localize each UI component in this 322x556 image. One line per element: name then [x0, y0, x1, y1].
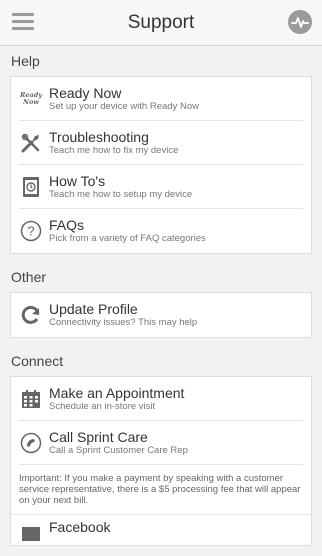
section-title-other: Other: [11, 269, 47, 285]
pulse-icon[interactable]: [288, 10, 312, 34]
facebook-icon: [19, 519, 43, 543]
list-item-how-tos[interactable]: How To's Teach me how to setup my device: [19, 165, 303, 209]
list-item-make-appointment[interactable]: Make an Appointment Schedule an in-store…: [19, 377, 303, 421]
help-card: Ready Now Ready Now Set up your device wi…: [10, 76, 312, 254]
connect-card: Make an Appointment Schedule an in-store…: [10, 376, 312, 546]
list-item-facebook[interactable]: Facebook: [19, 515, 303, 545]
item-title: Make an Appointment: [49, 384, 185, 401]
list-item-troubleshooting[interactable]: Troubleshooting Teach me how to fix my d…: [19, 121, 303, 165]
item-title: Call Sprint Care: [49, 428, 148, 445]
list-item-update-profile[interactable]: Update Profile Connectivity issues? This…: [19, 293, 303, 337]
list-item-ready-now[interactable]: Ready Now Ready Now Set up your device wi…: [19, 77, 303, 121]
item-title: Facebook: [49, 519, 111, 535]
item-title: How To's: [49, 172, 106, 189]
question-icon: ?: [19, 219, 43, 243]
item-title: Update Profile: [49, 301, 138, 317]
item-subtitle: Teach me how to fix my device: [49, 144, 179, 156]
item-title: Troubleshooting: [49, 128, 149, 145]
item-title: FAQs: [49, 217, 85, 233]
page-title: Support: [127, 12, 195, 33]
list-item-faqs[interactable]: ? FAQs Pick from a variety of FAQ catego…: [19, 209, 303, 253]
other-card: Update Profile Connectivity issues? This…: [10, 292, 312, 338]
item-subtitle: Pick from a variety of FAQ categories: [49, 233, 206, 244]
item-subtitle: Call a Sprint Customer Care Rep: [49, 444, 188, 456]
device-icon: [19, 175, 43, 199]
app-header: Support: [0, 0, 322, 46]
tools-icon: [19, 131, 43, 155]
item-subtitle: Schedule an in-store visit: [49, 400, 156, 412]
item-subtitle: Connectivity issues? This may help: [49, 317, 198, 328]
refresh-icon: [19, 303, 43, 327]
list-item-call-sprint-care[interactable]: Call Sprint Care Call a Sprint Customer …: [19, 421, 303, 465]
payment-fee-note: Important: If you make a payment by spea…: [11, 465, 311, 515]
item-subtitle: Teach me how to setup my device: [49, 188, 193, 200]
section-title-connect: Connect: [11, 353, 64, 369]
section-title-help: Help: [11, 53, 40, 69]
ready-now-icon: Ready Now: [19, 90, 43, 106]
svg-text:?: ?: [27, 224, 34, 239]
phone-icon: [19, 431, 43, 455]
item-subtitle: Set up your device with Ready Now: [49, 100, 199, 112]
item-title: Ready Now: [49, 84, 122, 101]
calendar-icon: [19, 387, 43, 411]
